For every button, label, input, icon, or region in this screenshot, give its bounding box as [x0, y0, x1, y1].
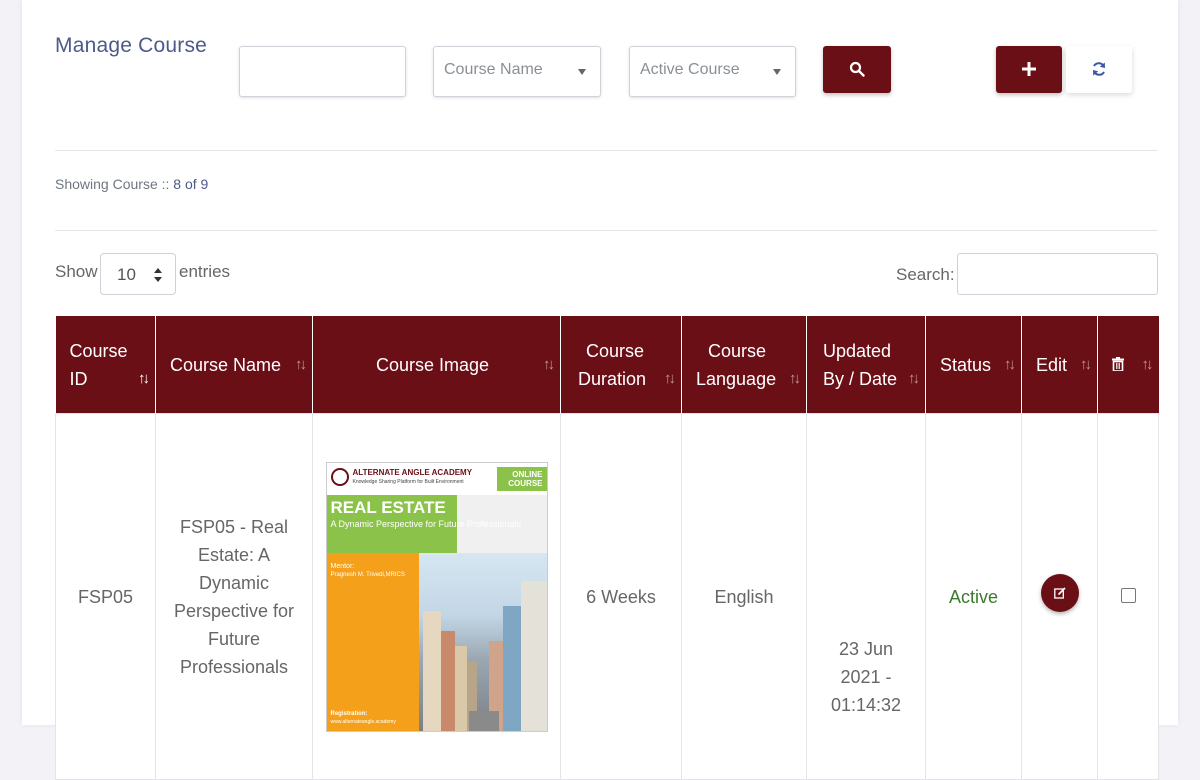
poster-online-badge: ONLINE COURSE	[496, 466, 547, 491]
delete-checkbox[interactable]	[1120, 587, 1136, 603]
show-label: Show	[55, 262, 98, 281]
refresh-icon	[1093, 62, 1105, 76]
column-header-course-image[interactable]: Course Image ↑↓	[312, 316, 561, 414]
updated-date: 23 Jun 2021 - 01:14:32	[830, 639, 902, 715]
column-header-status[interactable]: Status ↑↓	[925, 316, 1022, 414]
status-badge: Active	[948, 586, 999, 607]
sort-icon: ↑↓	[1141, 356, 1154, 373]
course-name-select[interactable]: Course Name	[433, 46, 601, 97]
trash-icon	[1112, 357, 1124, 371]
academy-logo-icon	[330, 467, 349, 486]
edit-icon	[1053, 586, 1066, 599]
sort-icon: ↑↓	[138, 370, 150, 387]
chevron-down-icon	[773, 69, 781, 75]
column-header-course-name[interactable]: Course Name ↑↓	[155, 316, 313, 414]
plus-icon	[1022, 62, 1036, 76]
sort-icon: ↑↓	[1080, 356, 1092, 373]
showing-course-label: Showing Course ::	[55, 176, 174, 192]
entries-select-value: 10	[117, 265, 136, 284]
course-name-select-value: Course Name	[444, 61, 543, 78]
entries-label: entries	[179, 262, 231, 281]
refresh-button[interactable]	[1066, 46, 1132, 93]
column-header-course-id[interactable]: Course ID ↑↓	[55, 316, 156, 414]
chevron-down-icon	[578, 69, 586, 75]
divider	[55, 150, 1158, 151]
table-search-label: Search:	[896, 265, 955, 284]
showing-course-count: 8 of 9	[173, 176, 209, 192]
page-title: Manage Course	[55, 34, 208, 57]
entries-select[interactable]: 10	[100, 253, 176, 295]
poster-title: REAL ESTATE	[330, 497, 446, 517]
poster-mentor-label: Mentor:	[330, 562, 355, 570]
course-image: ALTERNATE ANGLE ACADEMY Knowledge Sharin…	[325, 461, 548, 732]
divider	[55, 230, 1158, 231]
poster-street-photo	[418, 552, 547, 731]
column-header-updated[interactable]: Updated By / Date ↑↓	[806, 316, 926, 414]
course-search-input[interactable]	[239, 46, 406, 97]
add-course-button[interactable]	[996, 46, 1062, 93]
sort-icon: ↑↓	[908, 370, 920, 387]
poster-mentor-name: Pragnesh M. Trivedi,MRICS	[330, 571, 405, 578]
showing-course-summary: Showing Course :: 8 of 9	[55, 176, 208, 192]
table-search-input[interactable]	[957, 253, 1158, 295]
search-button[interactable]	[823, 46, 891, 93]
course-status-select-value: Active Course	[640, 61, 740, 78]
table-header-row: Course ID ↑↓ Course Name ↑↓ Course Image…	[55, 316, 1159, 414]
poster-info-panel: Mentor: Pragnesh M. Trivedi,MRICS Regist…	[326, 552, 419, 731]
edit-button[interactable]	[1040, 573, 1079, 612]
sort-icon: ↑↓	[1004, 356, 1016, 373]
manage-course-card: Manage Course Course Name Active Course	[22, 0, 1178, 780]
poster-registration-label: Registration:	[330, 710, 368, 717]
column-header-course-duration[interactable]: Course Duration ↑↓	[560, 316, 682, 414]
column-header-edit[interactable]: Edit ↑↓	[1021, 316, 1098, 414]
sort-icon: ↑↓	[664, 370, 676, 387]
column-header-delete[interactable]: ↑↓	[1097, 316, 1159, 414]
poster-header: ALTERNATE ANGLE ACADEMY Knowledge Sharin…	[326, 462, 547, 495]
sort-icon: ↑↓	[543, 356, 555, 373]
course-table: Course ID ↑↓ Course Name ↑↓ Course Image…	[55, 316, 1159, 780]
poster-registration-url: www.alternateangle.academy	[330, 718, 396, 725]
poster-subtitle: A Dynamic Perspective for Future Profess…	[330, 518, 522, 529]
column-header-course-language[interactable]: Course Language ↑↓	[681, 316, 807, 414]
poster-tagline: Knowledge Sharing Platform for Built Env…	[352, 478, 464, 485]
sort-icon: ↑↓	[295, 356, 307, 373]
poster-academy-name: ALTERNATE ANGLE ACADEMY	[352, 467, 473, 477]
search-icon	[849, 61, 865, 77]
course-name-text: FSP05 - Real Estate: A Dynamic Perspecti…	[173, 516, 295, 677]
sort-icon: ↑↓	[789, 370, 801, 387]
updown-icon	[154, 268, 162, 282]
course-status-select[interactable]: Active Course	[629, 46, 796, 97]
